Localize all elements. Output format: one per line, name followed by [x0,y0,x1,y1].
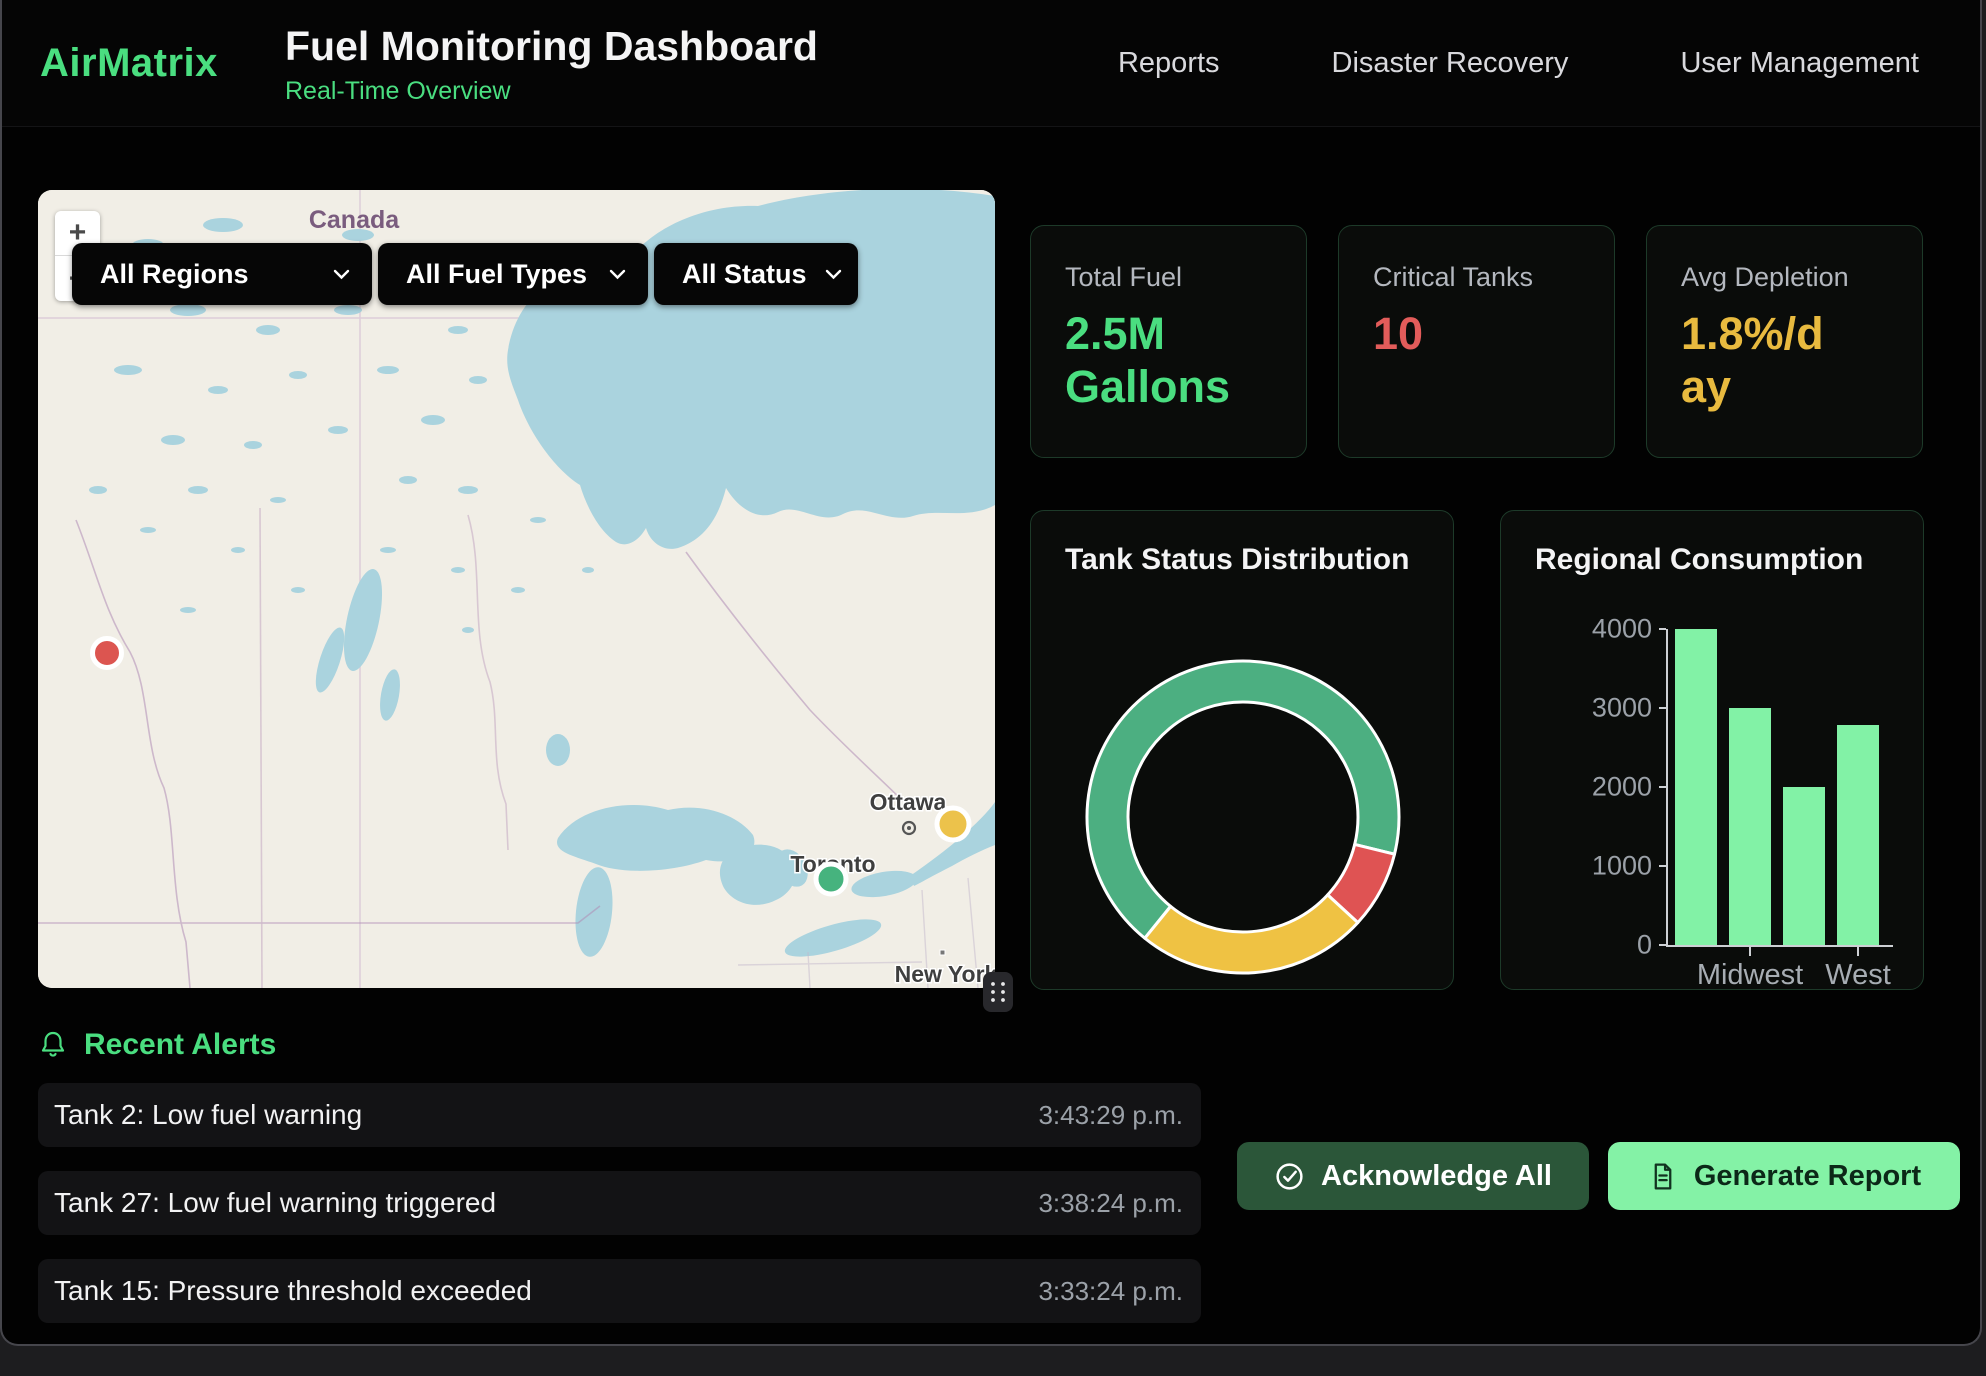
stat-card-total-fuel: Total Fuel 2.5M Gallons [1030,225,1307,458]
map-panel: Canada Ottawa Toronto New York + [38,190,995,988]
stat-value: 10 [1373,307,1583,360]
stat-card-critical-tanks: Critical Tanks 10 [1338,225,1615,458]
x-axis-tick-mark [1857,947,1859,956]
region-filter-value: All Regions [100,259,249,290]
tank-marker-warning[interactable] [937,808,969,840]
alerts-header: Recent Alerts [38,1028,276,1062]
regional-consumption-bar-chart: 01000200030004000MidwestWest [1666,629,1893,947]
y-axis-tick-label: 1000 [1592,851,1652,882]
y-axis-tick-mark [1659,628,1666,630]
x-axis-tick-mark [1749,947,1751,956]
alert-text: Tank 27: Low fuel warning triggered [54,1187,496,1219]
main-nav: Reports Disaster Recovery User Managemen… [1118,0,1919,126]
alerts-title: Recent Alerts [84,1028,276,1062]
drag-handle-icon[interactable] [983,972,1013,1012]
alert-time: 3:38:24 p.m. [1038,1188,1183,1219]
stat-label: Total Fuel [1065,262,1306,293]
tank-marker-critical[interactable] [93,639,122,668]
city-label-ottawa: Ottawa [870,789,947,815]
generate-report-label: Generate Report [1694,1160,1921,1193]
acknowledge-all-button[interactable]: Acknowledge All [1237,1142,1589,1210]
y-axis-tick-label: 0 [1637,930,1652,961]
y-axis-tick-label: 3000 [1592,693,1652,724]
page-title: Fuel Monitoring Dashboard [285,24,818,69]
map-filters: All Regions All Fuel Types All Status [72,243,858,305]
map-viewport: Canada Ottawa Toronto New York [38,190,995,988]
y-axis-tick-mark [1659,707,1666,709]
stat-card-avg-depletion: Avg Depletion 1.8%/day [1646,225,1923,458]
title-block: Fuel Monitoring Dashboard Real-Time Over… [285,24,818,106]
bar-west [1837,725,1879,945]
bar-midwest [1729,708,1771,945]
stat-label: Avg Depletion [1681,262,1922,293]
x-axis-tick-label: Midwest [1697,959,1803,992]
y-axis-tick-mark [1659,865,1666,867]
fuel-type-filter-value: All Fuel Types [406,259,587,290]
check-circle-icon [1274,1161,1305,1192]
alert-row: Tank 15: Pressure threshold exceeded 3:3… [38,1259,1201,1323]
acknowledge-all-label: Acknowledge All [1321,1160,1552,1193]
tank-marker-normal[interactable] [816,864,846,894]
stat-value: 1.8%/day [1681,307,1839,413]
x-axis-tick-label: West [1825,959,1891,992]
alert-text: Tank 2: Low fuel warning [54,1099,362,1131]
page-subtitle: Real-Time Overview [285,77,818,106]
header: AirMatrix Fuel Monitoring Dashboard Real… [2,0,1980,127]
map-canvas[interactable]: Canada Ottawa Toronto New York [38,190,995,988]
bell-icon [38,1029,68,1061]
nav-item-reports[interactable]: Reports [1118,47,1220,80]
new-york-city-dot [940,950,945,955]
region-filter-dropdown[interactable]: All Regions [72,243,372,305]
stat-label: Critical Tanks [1373,262,1614,293]
stat-value: 2.5M Gallons [1065,307,1275,413]
app-window: AirMatrix Fuel Monitoring Dashboard Real… [0,0,1982,1346]
city-label-new-york: New York [895,961,995,987]
fuel-monitoring-dashboard: AirMatrix Fuel Monitoring Dashboard Real… [0,0,1986,1376]
tank-status-title: Tank Status Distribution [1065,543,1409,577]
alert-row: Tank 27: Low fuel warning triggered 3:38… [38,1171,1201,1235]
bar-series-2 [1783,787,1825,945]
chevron-down-icon [825,269,842,280]
y-axis-tick-label: 4000 [1592,614,1652,645]
document-icon [1647,1161,1678,1192]
nav-item-disaster-recovery[interactable]: Disaster Recovery [1332,47,1569,80]
bar-series-0 [1675,629,1717,945]
alert-text: Tank 15: Pressure threshold exceeded [54,1275,532,1307]
fuel-type-filter-dropdown[interactable]: All Fuel Types [378,243,648,305]
tank-status-donut-chart [1073,647,1413,987]
chevron-down-icon [609,269,626,280]
alert-row: Tank 2: Low fuel warning 3:43:29 p.m. [38,1083,1201,1147]
country-label: Canada [309,206,400,234]
tank-status-card: Tank Status Distribution [1030,510,1454,990]
y-axis-tick-mark [1659,786,1666,788]
ottawa-city-dot [907,826,911,830]
alert-time: 3:33:24 p.m. [1038,1276,1183,1307]
regional-consumption-title: Regional Consumption [1535,543,1863,577]
regional-consumption-card: Regional Consumption 01000200030004000Mi… [1500,510,1924,990]
donut-segment-warning [1145,895,1358,973]
status-filter-dropdown[interactable]: All Status [654,243,858,305]
generate-report-button[interactable]: Generate Report [1608,1142,1960,1210]
nav-item-user-management[interactable]: User Management [1680,47,1919,80]
y-axis-tick-label: 2000 [1592,772,1652,803]
alert-time: 3:43:29 p.m. [1038,1100,1183,1131]
brand-logo[interactable]: AirMatrix [40,0,218,126]
y-axis-tick-mark [1659,944,1666,946]
status-filter-value: All Status [682,259,807,290]
chevron-down-icon [333,269,350,280]
